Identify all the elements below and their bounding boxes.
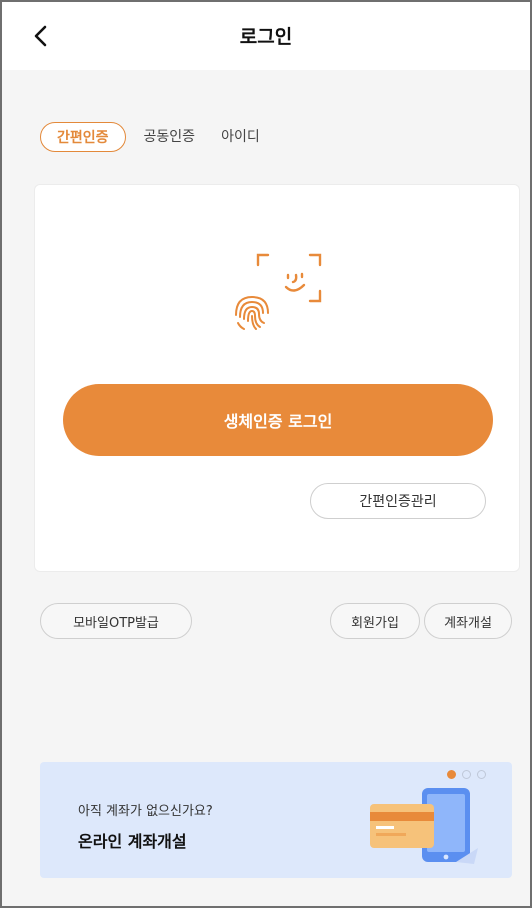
- login-tabs: 간편인증 공동인증 아이디: [40, 122, 286, 152]
- face-id-icon: [235, 253, 322, 330]
- account-promo-banner[interactable]: 아직 계좌가 없으신가요? 온라인 계좌개설: [40, 762, 512, 878]
- signup-button[interactable]: 회원가입: [330, 603, 420, 639]
- pagination-dot-1[interactable]: [447, 770, 456, 779]
- login-card: 생체인증 로그인 간편인증관리: [34, 184, 520, 572]
- screen: 로그인 간편인증 공동인증 아이디 생체인증 로그인 간편인증관리 모바일OTP…: [0, 0, 532, 908]
- header: 로그인: [2, 2, 530, 70]
- tab-joint-certificate[interactable]: 공동인증: [144, 122, 196, 152]
- fingerprint-icon: [235, 295, 269, 330]
- tab-simple-auth[interactable]: 간편인증: [40, 122, 126, 152]
- biometric-login-button[interactable]: 생체인증 로그인: [63, 384, 493, 456]
- phone-card-icon: [370, 788, 478, 864]
- banner-pagination: [447, 770, 486, 779]
- open-account-button[interactable]: 계좌개설: [424, 603, 512, 639]
- banner-title: 온라인 계좌개설: [78, 832, 187, 851]
- pagination-dot-2[interactable]: [462, 770, 471, 779]
- banner-subtitle: 아직 계좌가 없으신가요?: [78, 804, 213, 819]
- mobile-otp-button[interactable]: 모바일OTP발급: [40, 603, 192, 639]
- page-title: 로그인: [239, 26, 293, 48]
- tab-id[interactable]: 아이디: [221, 122, 260, 152]
- pagination-dot-3[interactable]: [477, 770, 486, 779]
- simple-auth-manage-button[interactable]: 간편인증관리: [310, 483, 486, 519]
